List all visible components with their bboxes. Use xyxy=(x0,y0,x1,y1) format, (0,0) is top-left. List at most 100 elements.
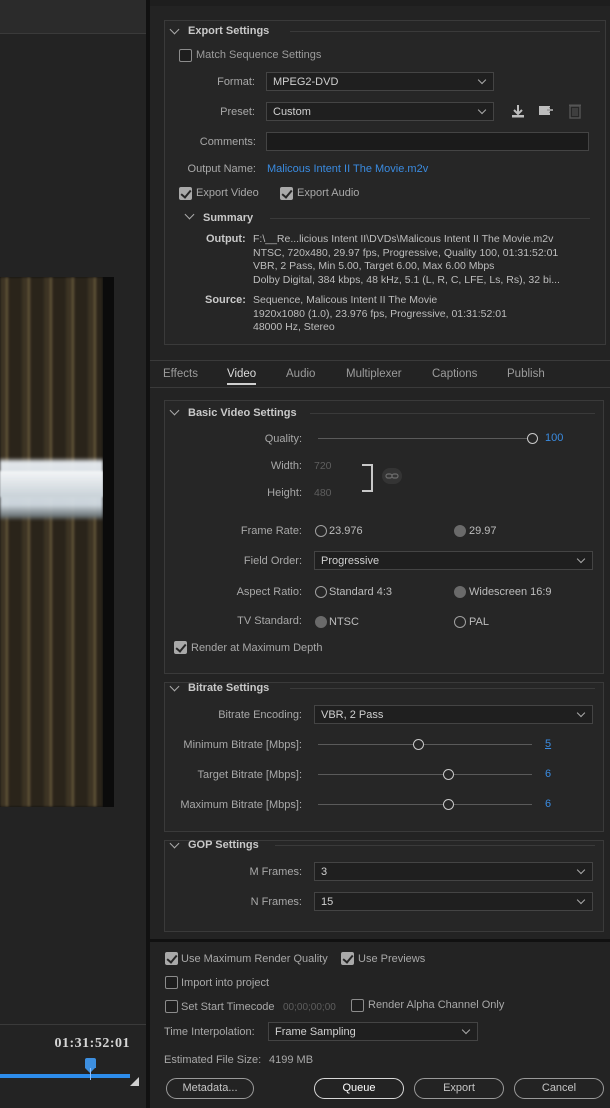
export-settings-panel: Export Settings Match Sequence Settings … xyxy=(150,6,610,1108)
n-frames-value: 15 xyxy=(321,896,334,908)
aspect-standard-label: Standard 4:3 xyxy=(329,586,392,598)
export-audio-label: Export Audio xyxy=(297,187,360,199)
aspect-ratio-label: Aspect Ratio: xyxy=(236,586,302,598)
render-max-depth-checkbox[interactable] xyxy=(174,641,187,654)
summary-source-text: Sequence, Malicous Intent II The Movie 1… xyxy=(253,294,507,335)
export-button[interactable]: Export xyxy=(414,1078,504,1099)
tab-audio[interactable]: Audio xyxy=(286,368,315,380)
tab-effects[interactable]: Effects xyxy=(163,368,198,380)
max-bitrate-label: Maximum Bitrate [Mbps]: xyxy=(180,799,302,811)
height-value: 480 xyxy=(314,487,332,499)
tv-pal-label: PAL xyxy=(469,616,489,628)
divider xyxy=(310,413,595,414)
chevron-down-icon xyxy=(576,865,586,875)
time-interpolation-dropdown[interactable]: Frame Sampling xyxy=(268,1022,478,1041)
quality-slider-knob[interactable] xyxy=(527,433,538,444)
field-order-dropdown[interactable]: Progressive xyxy=(314,551,593,570)
preset-label: Preset: xyxy=(220,106,255,118)
preset-dropdown[interactable]: Custom xyxy=(266,102,494,121)
max-bitrate-slider-knob[interactable] xyxy=(443,799,455,810)
video-preview-frame xyxy=(0,277,114,807)
max-bitrate-value[interactable]: 6 xyxy=(545,798,551,810)
constrain-bracket-icon xyxy=(362,464,373,492)
use-previews-label: Use Previews xyxy=(358,953,426,965)
export-audio-checkbox[interactable] xyxy=(280,187,293,200)
render-max-depth-label: Render at Maximum Depth xyxy=(191,642,323,654)
queue-button[interactable]: Queue xyxy=(314,1078,404,1099)
aspect-widescreen-radio[interactable] xyxy=(454,586,466,598)
estimated-size-value: 4199 MB xyxy=(269,1054,314,1066)
source-preview-panel: 01:31:52:01 xyxy=(0,0,146,1108)
n-frames-dropdown[interactable]: 15 xyxy=(314,892,593,911)
frame-rate-23976-radio[interactable] xyxy=(315,525,327,537)
m-frames-value: 3 xyxy=(321,866,328,878)
max-bitrate-slider-track[interactable] xyxy=(318,804,532,805)
render-alpha-checkbox[interactable] xyxy=(351,999,364,1012)
set-start-timecode-checkbox[interactable] xyxy=(165,1000,178,1013)
chevron-down-icon xyxy=(576,708,586,718)
playhead-handle[interactable] xyxy=(85,1058,96,1073)
tv-ntsc-radio[interactable] xyxy=(315,616,327,628)
match-sequence-checkbox[interactable] xyxy=(179,49,192,62)
time-interpolation-value: Frame Sampling xyxy=(275,1026,356,1038)
preset-value: Custom xyxy=(273,106,311,118)
summary-source-label: Source: xyxy=(205,294,246,306)
chevron-down-icon xyxy=(477,75,487,85)
render-alpha-label: Render Alpha Channel Only xyxy=(368,999,505,1011)
match-sequence-label: Match Sequence Settings xyxy=(196,49,322,61)
summary-source-line: 1920x1080 (1.0), 23.976 fps, Progressive… xyxy=(253,307,507,320)
preview-image xyxy=(0,277,103,807)
min-bitrate-slider-track[interactable] xyxy=(318,744,532,745)
divider xyxy=(275,845,595,846)
tab-multiplexer[interactable]: Multiplexer xyxy=(346,368,402,380)
timecode-display: 01:31:52:01 xyxy=(54,1036,130,1051)
import-into-project-checkbox[interactable] xyxy=(165,976,178,989)
gop-heading: GOP Settings xyxy=(188,839,259,851)
tv-standard-label: TV Standard: xyxy=(237,615,302,627)
use-previews-checkbox[interactable] xyxy=(341,952,354,965)
target-bitrate-slider-track[interactable] xyxy=(318,774,532,775)
timeline-track[interactable] xyxy=(0,1074,130,1078)
target-bitrate-slider-knob[interactable] xyxy=(443,769,455,780)
link-dimensions-icon[interactable] xyxy=(382,468,402,484)
chevron-down-icon xyxy=(477,105,487,115)
tab-captions[interactable]: Captions xyxy=(432,368,477,380)
tv-pal-radio[interactable] xyxy=(454,616,466,628)
cancel-button[interactable]: Cancel xyxy=(514,1078,604,1099)
divider xyxy=(290,31,600,32)
quality-slider-track[interactable] xyxy=(318,438,530,439)
start-timecode-value[interactable]: 00;00;00;00 xyxy=(283,1002,336,1013)
min-bitrate-value[interactable]: 5 xyxy=(545,738,551,750)
comments-input[interactable] xyxy=(266,132,589,151)
aspect-standard-radio[interactable] xyxy=(315,586,327,598)
export-settings-heading: Export Settings xyxy=(188,25,270,37)
time-interpolation-label: Time Interpolation: xyxy=(164,1026,255,1038)
set-start-timecode-label: Set Start Timecode xyxy=(181,1001,275,1013)
metadata-button[interactable]: Metadata... xyxy=(166,1078,254,1099)
resize-corner-icon[interactable] xyxy=(130,1077,139,1086)
field-order-value: Progressive xyxy=(321,555,380,567)
import-preset-icon[interactable] xyxy=(538,103,554,119)
quality-value[interactable]: 100 xyxy=(545,432,563,444)
m-frames-dropdown[interactable]: 3 xyxy=(314,862,593,881)
tab-video[interactable]: Video xyxy=(227,368,257,385)
use-max-render-checkbox[interactable] xyxy=(165,952,178,965)
tab-publish[interactable]: Publish xyxy=(507,368,545,380)
delete-preset-icon[interactable] xyxy=(568,103,582,119)
preview-border xyxy=(103,277,114,807)
format-dropdown[interactable]: MPEG2-DVD xyxy=(266,72,494,91)
summary-output-label: Output: xyxy=(206,233,246,245)
export-video-checkbox[interactable] xyxy=(179,187,192,200)
frame-rate-2997-radio[interactable] xyxy=(454,525,466,537)
bitrate-encoding-value: VBR, 2 Pass xyxy=(321,709,384,721)
estimated-size-label: Estimated File Size: xyxy=(164,1054,262,1066)
bitrate-encoding-dropdown[interactable]: VBR, 2 Pass xyxy=(314,705,593,724)
divider xyxy=(150,387,610,388)
quality-label: Quality: xyxy=(264,433,302,445)
save-preset-icon[interactable] xyxy=(510,103,526,119)
preview-image-highlight xyxy=(0,471,103,497)
summary-heading: Summary xyxy=(203,212,254,224)
output-name-link[interactable]: Malicous Intent II The Movie.m2v xyxy=(267,163,428,175)
min-bitrate-slider-knob[interactable] xyxy=(413,739,425,750)
target-bitrate-value[interactable]: 6 xyxy=(545,768,551,780)
